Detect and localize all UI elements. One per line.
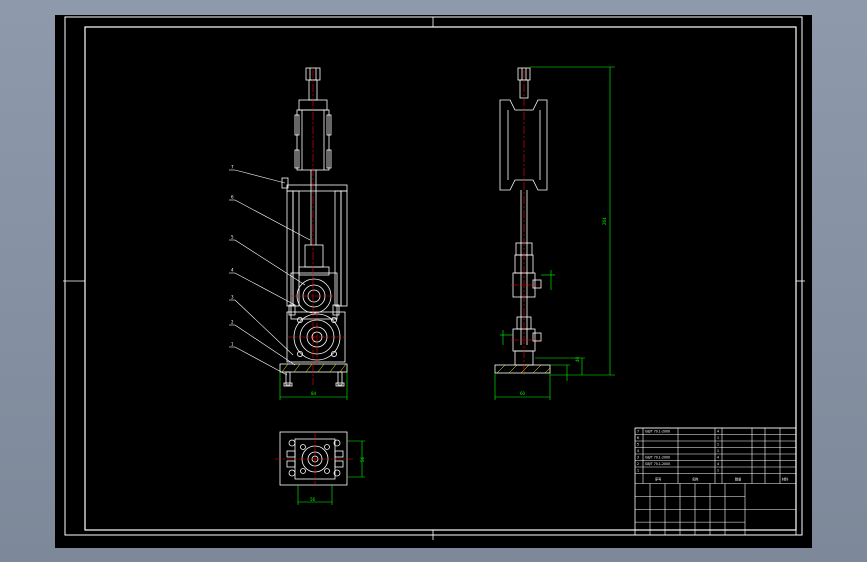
bom-no-4: 4 [637,449,639,453]
callout-label-7: 7 [231,165,234,170]
bom-qty-2: 4 [717,462,719,466]
callout-label-1: 1 [231,342,234,347]
bom-qty-3: 4 [717,456,719,460]
bom-qty-5: 1 [717,443,719,447]
callout-leader-5 [234,239,306,286]
callout-leader-7 [234,169,286,184]
front-view [279,67,348,387]
bom-header-name: 名称 [692,477,699,482]
bom-no-5: 5 [637,443,639,447]
bom-header-qty: 数量 [735,477,742,482]
callout-label-4: 4 [231,268,234,273]
bom-no-6: 6 [637,436,639,440]
bom-no-7: 7 [637,430,639,434]
title-block: 7 GB/T 70.1-2000 4 6 1 5 1 4 1 3 GB/T 70.1-2000 4 2 G… [634,427,797,536]
svg-text:56: 56 [310,497,316,502]
cad-viewport[interactable]: 84 7 6 5 4 3 2 1 264 40 60 56 56 7 GB/T 70.1-2… [55,15,812,548]
callout-label-2: 2 [231,320,234,325]
bom-qty-4: 1 [717,449,719,453]
bom-qty-1: 1 [717,469,719,473]
svg-text:40: 40 [575,356,580,362]
bom-code-3: GB/T 70.1-2000 [645,456,670,460]
top-dimensions [297,440,365,505]
callout-leader-3 [234,299,294,356]
top-view [279,431,348,486]
bom-no-3: 3 [637,456,639,460]
callout-label-3: 3 [231,295,234,300]
side-view [494,67,551,374]
bom-qty-7: 4 [717,430,719,434]
outer-border [64,16,803,536]
bom-no-1: 1 [637,469,639,473]
svg-text:264: 264 [602,217,607,225]
svg-text:84: 84 [311,391,317,396]
top-centerlines [275,433,353,485]
callout-label-6: 6 [231,195,234,200]
callout-leader-2 [234,324,296,366]
bom-no-2: 2 [637,462,639,466]
bom-header-no: 序号 [655,477,661,482]
callout-label-5: 5 [231,235,234,240]
front-hatch [281,363,347,373]
bom-header-material: 材料 [782,477,789,482]
bom-code-7: GB/T 70.1-2000 [645,430,670,434]
front-centerlines [287,70,347,385]
bom-qty-6: 1 [717,436,719,440]
part-callouts: 7 6 5 4 3 2 1 [229,165,311,376]
callout-leader-1 [234,346,288,376]
bom-code-2: GB/T 70.1-2000 [645,462,670,466]
svg-text:60: 60 [520,391,526,396]
callout-leader-4 [234,272,296,306]
svg-text:56: 56 [360,456,365,462]
title-block-border [634,427,797,536]
assembly-drawing: 84 7 6 5 4 3 2 1 264 40 60 56 56 7 GB/T 70.1-2… [63,16,805,540]
side-hatch [496,364,551,374]
inner-border [84,26,797,531]
